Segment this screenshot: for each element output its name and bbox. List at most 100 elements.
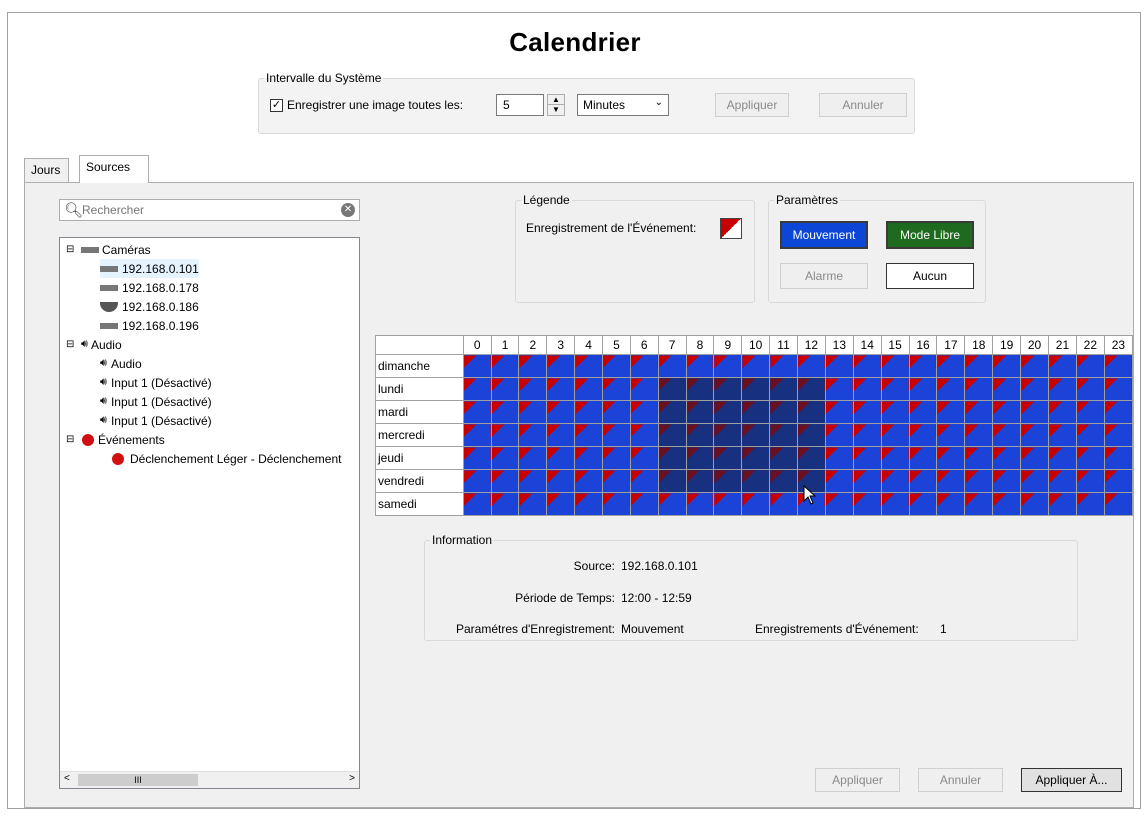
schedule-cell[interactable] — [908, 469, 938, 493]
schedule-cell[interactable] — [1103, 469, 1134, 493]
record-image-checkbox[interactable]: ✓ — [270, 99, 283, 112]
hour-header[interactable]: 5 — [601, 335, 631, 355]
scroll-right-icon[interactable]: > — [349, 773, 355, 784]
schedule-cell[interactable] — [629, 446, 659, 470]
schedule-cell[interactable] — [629, 377, 659, 401]
schedule-cell[interactable] — [1048, 423, 1077, 447]
schedule-cell[interactable] — [490, 377, 520, 401]
tree-node-audio[interactable]: ⊟ 🔊︎ Audio — [66, 335, 122, 354]
day-header[interactable]: mercredi — [375, 423, 464, 447]
schedule-cell[interactable] — [546, 400, 576, 424]
schedule-cell[interactable] — [574, 446, 603, 470]
schedule-cell[interactable] — [1020, 446, 1049, 470]
schedule-cell[interactable] — [462, 377, 492, 401]
schedule-cell[interactable] — [1020, 423, 1049, 447]
interval-value-input[interactable]: 5 — [496, 94, 544, 116]
apply-to-button[interactable]: Appliquer À... — [1021, 768, 1122, 792]
schedule-cell[interactable] — [713, 446, 743, 470]
schedule-cell[interactable] — [824, 469, 854, 493]
tree-node-events[interactable]: ⊟ Événements — [66, 430, 165, 449]
free-mode-button[interactable]: Mode Libre — [886, 221, 974, 249]
hour-header[interactable]: 7 — [657, 335, 687, 355]
schedule-cell[interactable] — [880, 400, 910, 424]
schedule-cell[interactable] — [518, 354, 548, 378]
schedule-cell[interactable] — [518, 400, 548, 424]
schedule-cell[interactable] — [601, 492, 631, 516]
schedule-cell[interactable] — [852, 400, 882, 424]
schedule-cell[interactable] — [713, 423, 743, 447]
schedule-cell[interactable] — [936, 492, 966, 516]
schedule-cell[interactable] — [1020, 354, 1049, 378]
schedule-cell[interactable] — [518, 492, 548, 516]
hour-header[interactable]: 23 — [1103, 335, 1134, 355]
schedule-cell[interactable] — [685, 469, 715, 493]
hour-header[interactable]: 8 — [685, 335, 715, 355]
schedule-cell[interactable] — [462, 469, 492, 493]
apply-button[interactable]: Appliquer — [815, 768, 900, 792]
schedule-cell[interactable] — [490, 492, 520, 516]
schedule-cell[interactable] — [629, 354, 659, 378]
schedule-cell[interactable] — [852, 446, 882, 470]
collapse-icon[interactable]: ⊟ — [66, 434, 78, 445]
motion-button[interactable]: Mouvement — [780, 221, 868, 249]
day-header[interactable]: lundi — [375, 377, 464, 401]
schedule-cell[interactable] — [546, 354, 576, 378]
tree-item-camera[interactable]: 192.168.0.196 — [100, 316, 199, 335]
schedule-cell[interactable] — [657, 423, 687, 447]
schedule-cell[interactable] — [685, 377, 715, 401]
schedule-cell[interactable] — [880, 446, 910, 470]
schedule-cell[interactable] — [462, 400, 492, 424]
hour-header[interactable]: 18 — [964, 335, 994, 355]
schedule-cell[interactable] — [769, 423, 798, 447]
schedule-cell[interactable] — [769, 377, 798, 401]
schedule-cell[interactable] — [852, 469, 882, 493]
schedule-cell[interactable] — [574, 400, 603, 424]
schedule-cell[interactable] — [1075, 469, 1105, 493]
schedule-cell[interactable] — [908, 377, 938, 401]
schedule-cell[interactable] — [936, 446, 966, 470]
schedule-cell[interactable] — [713, 492, 743, 516]
schedule-cell[interactable] — [685, 446, 715, 470]
schedule-cell[interactable] — [490, 469, 520, 493]
collapse-icon[interactable]: ⊟ — [66, 244, 78, 255]
schedule-cell[interactable] — [601, 469, 631, 493]
schedule-cell[interactable] — [964, 492, 994, 516]
schedule-cell[interactable] — [1048, 446, 1077, 470]
none-button[interactable]: Aucun — [886, 263, 974, 289]
interval-unit-select[interactable]: Minutes ⌄ — [577, 94, 669, 116]
schedule-cell[interactable] — [852, 377, 882, 401]
schedule-cell[interactable] — [1075, 400, 1105, 424]
scroll-left-icon[interactable]: < — [64, 773, 70, 784]
schedule-cell[interactable] — [1048, 400, 1077, 424]
schedule-cell[interactable] — [824, 423, 854, 447]
tab-sources[interactable]: Sources — [79, 155, 149, 183]
schedule-cell[interactable] — [1048, 377, 1077, 401]
hour-header[interactable]: 22 — [1075, 335, 1105, 355]
schedule-cell[interactable] — [574, 469, 603, 493]
schedule-cell[interactable] — [1103, 423, 1134, 447]
schedule-cell[interactable] — [601, 400, 631, 424]
scroll-thumb[interactable]: III — [78, 774, 198, 786]
schedule-cell[interactable] — [1103, 492, 1134, 516]
schedule-cell[interactable] — [685, 423, 715, 447]
day-header[interactable]: jeudi — [375, 446, 464, 470]
schedule-cell[interactable] — [908, 354, 938, 378]
cancel-button[interactable]: Annuler — [918, 768, 1003, 792]
schedule-cell[interactable] — [574, 423, 603, 447]
schedule-cell[interactable] — [601, 354, 631, 378]
schedule-cell[interactable] — [1075, 492, 1105, 516]
schedule-cell[interactable] — [908, 423, 938, 447]
hour-header[interactable]: 13 — [824, 335, 854, 355]
day-header[interactable]: mardi — [375, 400, 464, 424]
schedule-cell[interactable] — [629, 469, 659, 493]
schedule-cell[interactable] — [713, 377, 743, 401]
schedule-cell[interactable] — [796, 400, 826, 424]
schedule-cell[interactable] — [796, 377, 826, 401]
schedule-cell[interactable] — [1020, 400, 1049, 424]
schedule-grid[interactable]: 0 1 2 3 4 5 6 7 8 9 10 11 12 13 14 15 16 17 18 19 20 21 22 23 di… — [375, 335, 1134, 516]
schedule-cell[interactable] — [796, 446, 826, 470]
tree-item-camera[interactable]: 192.168.0.101 — [100, 259, 199, 278]
schedule-cell[interactable] — [490, 423, 520, 447]
schedule-cell[interactable] — [1075, 354, 1105, 378]
hour-header[interactable]: 9 — [713, 335, 743, 355]
